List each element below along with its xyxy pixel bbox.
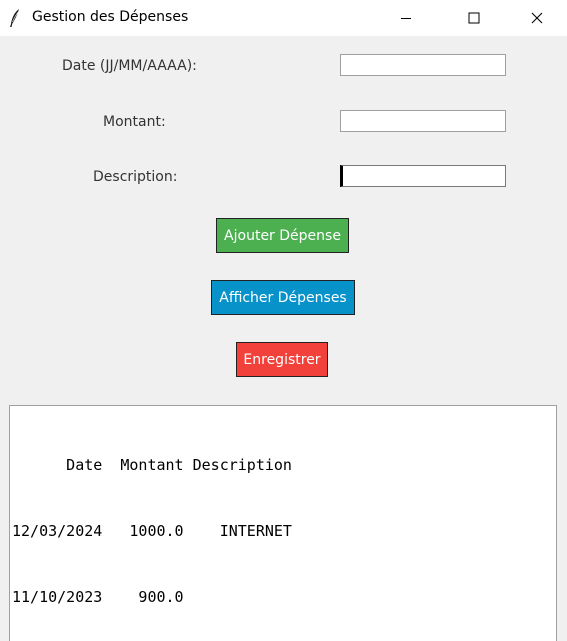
window-title: Gestion des Dépenses <box>32 9 189 25</box>
add-expense-button[interactable]: Ajouter Dépense <box>216 218 349 253</box>
feather-icon <box>10 9 19 27</box>
description-field[interactable] <box>340 165 506 187</box>
close-button[interactable] <box>514 0 560 36</box>
maximize-button[interactable] <box>451 0 497 36</box>
title-bar: Gestion des Dépenses <box>0 0 567 36</box>
date-label: Date (JJ/MM/AAAA): <box>62 58 197 74</box>
date-field[interactable] <box>340 54 506 76</box>
app-window: Gestion des Dépenses Date (JJ/MM/AAAA): … <box>0 0 567 641</box>
show-expenses-button[interactable]: Afficher Dépenses <box>211 280 355 315</box>
description-label: Description: <box>93 169 178 185</box>
close-icon <box>531 12 543 24</box>
minimize-button[interactable] <box>383 0 429 36</box>
amount-label: Montant: <box>103 114 166 130</box>
save-button[interactable]: Enregistrer <box>236 342 328 377</box>
maximize-icon <box>468 12 480 24</box>
output-line: 11/10/2023 900.0 <box>12 588 184 606</box>
expenses-text-area[interactable]: Date Montant Description 12/03/2024 1000… <box>9 405 557 641</box>
output-header-line: Date Montant Description <box>12 456 292 474</box>
minimize-icon <box>401 18 411 19</box>
output-line: 12/03/2024 1000.0 INTERNET <box>12 522 292 540</box>
amount-field[interactable] <box>340 110 506 132</box>
